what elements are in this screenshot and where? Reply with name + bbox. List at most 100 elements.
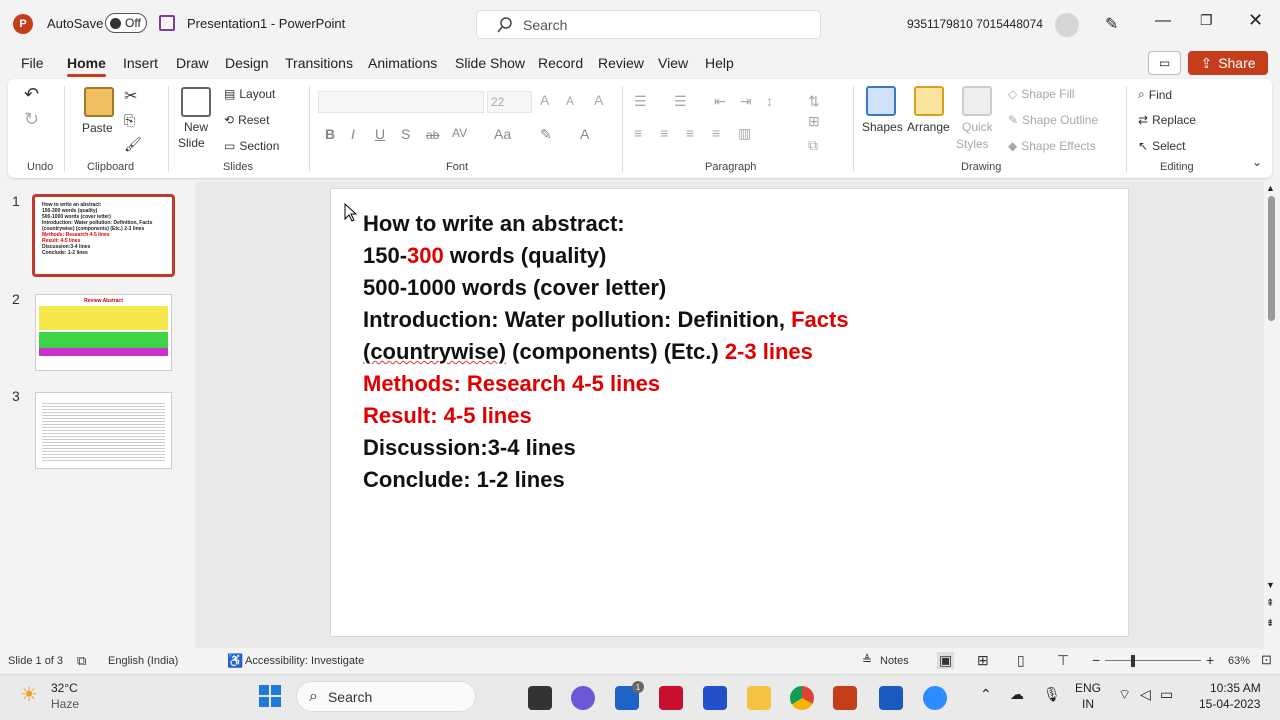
restore-icon[interactable]: ❐	[1200, 12, 1213, 29]
align-right-icon[interactable]: ≡	[686, 125, 694, 141]
increase-font-icon[interactable]: A	[540, 92, 549, 108]
select-button[interactable]: ↖ Select	[1138, 139, 1185, 153]
new-slide-icon[interactable]	[181, 87, 211, 117]
collapse-ribbon-icon[interactable]: ⌄	[1252, 155, 1262, 169]
prev-slide-icon[interactable]: ⇞	[1266, 598, 1274, 609]
comments-button[interactable]: ▭	[1148, 51, 1181, 75]
app-icon-zoom[interactable]	[923, 686, 947, 710]
undo-icon[interactable]: ↶	[24, 84, 39, 105]
section-button[interactable]: ▭ Section	[224, 139, 279, 153]
tab-help[interactable]: Help	[705, 55, 734, 71]
scroll-up-icon[interactable]: ▲	[1266, 183, 1275, 193]
increase-indent-icon[interactable]: ⇥	[740, 93, 752, 110]
input-language[interactable]: ENG	[1075, 681, 1101, 695]
microphone-icon[interactable]: 🎙	[1043, 686, 1061, 703]
app-icon-powerpoint[interactable]	[833, 686, 857, 710]
shape-effects-button[interactable]: ◆ Shape Effects	[1008, 139, 1096, 153]
fit-slide-icon[interactable]: ⊡	[1261, 652, 1272, 668]
new-slide-label-2[interactable]: Slide	[178, 136, 205, 150]
align-center-icon[interactable]: ≡	[660, 125, 668, 141]
strikethrough-icon[interactable]: ab	[426, 128, 439, 142]
text-direction-icon[interactable]: ⇅	[808, 93, 820, 110]
spellcheck-icon[interactable]: ⧉	[77, 653, 86, 669]
scrollbar-thumb[interactable]	[1268, 196, 1275, 321]
tab-animations[interactable]: Animations	[368, 55, 437, 71]
app-icon-terminal[interactable]	[528, 686, 552, 710]
slide-line-4[interactable]: Introduction: Water pollution: Definitio…	[363, 307, 849, 333]
zoom-slider-thumb[interactable]	[1131, 655, 1135, 667]
quick-styles-label-1[interactable]: Quick	[962, 120, 993, 134]
close-icon[interactable]: ✕	[1248, 10, 1263, 31]
autosave-toggle[interactable]: Off	[105, 13, 147, 33]
minimize-icon[interactable]: —	[1155, 12, 1171, 30]
search-box[interactable]: Search	[476, 10, 821, 39]
slide-thumbnail-2[interactable]: Review Abstract	[35, 294, 172, 371]
cloud-icon[interactable]: ☁	[1010, 686, 1024, 703]
tab-design[interactable]: Design	[225, 55, 269, 71]
format-painter-icon[interactable]: 🖌	[124, 136, 142, 153]
arrange-icon[interactable]	[914, 86, 944, 116]
shapes-label[interactable]: Shapes	[862, 120, 903, 134]
start-icon[interactable]	[259, 685, 281, 707]
slide-line-8[interactable]: Discussion:3-4 lines	[363, 435, 576, 461]
slide-line-2[interactable]: 150-300 words (quality)	[363, 243, 606, 269]
app-icon-word[interactable]	[879, 686, 903, 710]
volume-icon[interactable]: ◁	[1140, 686, 1151, 703]
shapes-icon[interactable]	[866, 86, 896, 116]
slide-line-6[interactable]: Methods: Research 4-5 lines	[363, 371, 660, 397]
slide-thumbnail-3[interactable]	[35, 392, 172, 469]
battery-icon[interactable]: ▭	[1160, 686, 1173, 703]
tab-review[interactable]: Review	[598, 55, 644, 71]
slide-line-1[interactable]: How to write an abstract:	[363, 211, 625, 237]
app-icon-file-explorer[interactable]	[747, 686, 771, 710]
zoom-in-icon[interactable]: +	[1206, 652, 1214, 668]
tab-file[interactable]: File	[21, 55, 44, 71]
accessibility-icon[interactable]: ♿	[227, 653, 243, 669]
align-text-icon[interactable]: ⊞	[808, 113, 820, 130]
arrange-label[interactable]: Arrange	[907, 120, 950, 134]
app-icon-maps[interactable]	[703, 686, 727, 710]
pen-icon[interactable]: ✎	[1105, 14, 1118, 34]
reset-button[interactable]: ⟲ Reset	[224, 113, 269, 127]
zoom-level[interactable]: 63%	[1228, 655, 1250, 667]
replace-button[interactable]: ⇄ Replace	[1138, 113, 1196, 127]
input-region[interactable]: IN	[1082, 697, 1094, 711]
tab-slide-show[interactable]: Slide Show	[455, 55, 525, 71]
weather-status[interactable]: Haze	[51, 697, 79, 711]
slide-line-5[interactable]: (countrywise) (components) (Etc.) 2-3 li…	[363, 339, 813, 365]
slide-sorter-icon[interactable]: ⊞	[977, 652, 989, 669]
tab-transitions[interactable]: Transitions	[285, 55, 353, 71]
layout-button[interactable]: ▤ Layout	[224, 87, 275, 101]
tab-home[interactable]: Home	[67, 55, 106, 77]
new-slide-label-1[interactable]: New	[184, 120, 208, 134]
taskbar-search[interactable]: ⌕ Search	[296, 681, 476, 712]
tab-record[interactable]: Record	[538, 55, 583, 71]
italic-icon[interactable]: I	[351, 126, 355, 142]
notes-button[interactable]: Notes	[880, 655, 909, 667]
font-color-icon[interactable]: A	[580, 126, 589, 142]
slide-thumbnail-1[interactable]: How to write an abstract: 150-300 words …	[32, 194, 175, 277]
copy-icon[interactable]: ⎘	[124, 112, 135, 129]
highlight-icon[interactable]: ✎	[540, 126, 552, 143]
line-spacing-icon[interactable]: ↕	[766, 93, 773, 109]
share-button[interactable]: ⇪ Share	[1188, 51, 1268, 75]
temperature[interactable]: 32°C	[51, 681, 78, 695]
tab-draw[interactable]: Draw	[176, 55, 209, 71]
font-name-field[interactable]	[318, 91, 484, 113]
shape-outline-button[interactable]: ✎ Shape Outline	[1008, 113, 1098, 127]
smartart-icon[interactable]: ⧉	[808, 137, 818, 154]
chevron-up-icon[interactable]: ⌃	[980, 686, 992, 703]
language-status[interactable]: English (India)	[108, 655, 178, 667]
align-left-icon[interactable]: ≡	[634, 125, 642, 141]
clock-date[interactable]: 15-04-2023	[1199, 697, 1260, 711]
clear-format-icon[interactable]: A	[594, 92, 603, 108]
decrease-indent-icon[interactable]: ⇤	[714, 93, 726, 110]
columns-icon[interactable]: ▥	[738, 125, 751, 142]
shape-fill-button[interactable]: ◇ Shape Fill	[1008, 87, 1075, 101]
justify-icon[interactable]: ≡	[712, 125, 720, 141]
cut-icon[interactable]: ✂	[124, 86, 137, 106]
font-size-field[interactable]: 22	[487, 91, 532, 113]
underline-icon[interactable]: U	[375, 126, 385, 142]
decrease-font-icon[interactable]: A	[566, 94, 574, 108]
tab-insert[interactable]: Insert	[123, 55, 158, 71]
